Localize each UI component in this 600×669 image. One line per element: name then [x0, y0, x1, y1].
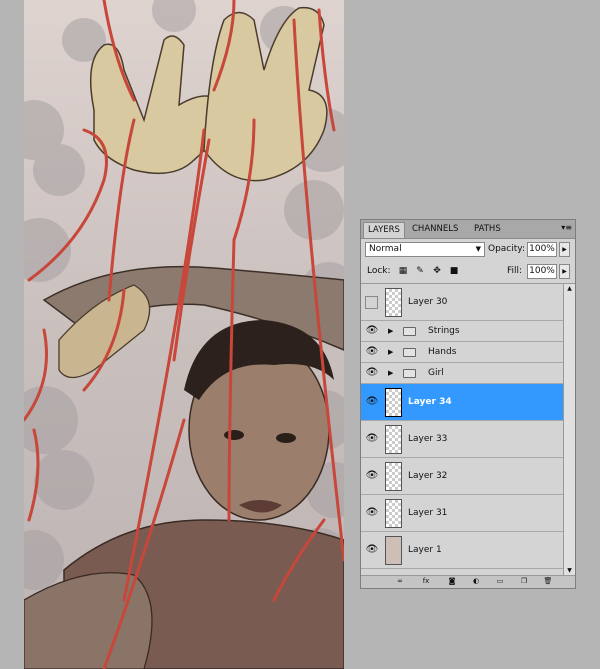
folder-icon [403, 369, 416, 378]
tab-layers[interactable]: LAYERS [363, 222, 405, 238]
layers-scrollbar[interactable]: ▲ ▼ [563, 284, 575, 576]
folder-icon [403, 348, 416, 357]
tab-channels[interactable]: CHANNELS [408, 222, 462, 238]
lock-paint-icon[interactable]: ✎ [414, 265, 426, 277]
layer-thumbnail [385, 499, 402, 528]
layer-row-layer-32[interactable]: 👁 Layer 32 [361, 458, 563, 495]
panel-menu-icon[interactable]: ▾≡ [561, 223, 572, 232]
link-icon[interactable]: ∞ [395, 577, 405, 586]
panel-tabbar: LAYERS CHANNELS PATHS ▾≡ [361, 220, 575, 239]
eye-icon[interactable]: 👁 [365, 395, 379, 409]
blend-opacity-row: Normal ▼ Opacity: 100% ▶ [361, 239, 575, 261]
new-layer-icon[interactable]: ❐ [519, 577, 529, 586]
layer-name: Layer 1 [408, 545, 442, 555]
fill-stepper[interactable]: ▶ [559, 264, 570, 279]
lock-move-icon[interactable]: ✥ [431, 265, 443, 277]
layer-thumbnail [385, 388, 402, 417]
layer-row-layer-1[interactable]: 👁 Layer 1 [361, 532, 563, 569]
expand-triangle-icon[interactable]: ▶ [388, 348, 393, 356]
blend-mode-select[interactable]: Normal ▼ [365, 242, 485, 257]
eye-icon[interactable]: 👁 [365, 432, 379, 446]
layer-thumbnail [385, 425, 402, 454]
group-name: Hands [428, 347, 457, 357]
fx-icon[interactable]: fx [421, 577, 431, 586]
fill-label: Fill: [507, 266, 523, 276]
fill-field[interactable]: 100% [527, 264, 557, 279]
layer-group-hands[interactable]: 👁 ▶ Hands [361, 342, 563, 363]
eye-icon[interactable]: 👁 [365, 469, 379, 483]
layer-name: Layer 31 [408, 508, 448, 518]
lock-all-icon[interactable]: ■ [448, 265, 460, 277]
layer-group-girl[interactable]: 👁 ▶ Girl [361, 363, 563, 384]
tab-paths[interactable]: PATHS [470, 222, 505, 238]
layer-name: Layer 30 [408, 297, 448, 307]
folder-icon [403, 327, 416, 336]
layer-row-layer-30[interactable]: Layer 30 [361, 284, 563, 321]
panel-footer: ∞ fx ◙ ◐ ▭ ❐ 🗑 [361, 575, 575, 588]
expand-triangle-icon[interactable]: ▶ [388, 369, 393, 377]
puppet-artwork-image [24, 0, 344, 669]
lock-label: Lock: [367, 266, 391, 276]
trash-icon[interactable]: 🗑 [543, 577, 553, 586]
opacity-field[interactable]: 100% [527, 242, 557, 257]
lock-transparent-icon[interactable]: ▦ [397, 265, 409, 277]
group-name: Girl [428, 368, 444, 378]
opacity-label: Opacity: [488, 244, 525, 254]
opacity-stepper[interactable]: ▶ [559, 242, 570, 257]
eye-icon[interactable]: 👁 [365, 345, 379, 359]
layer-name: Layer 32 [408, 471, 448, 481]
layer-row-layer-33[interactable]: 👁 Layer 33 [361, 421, 563, 458]
document-canvas[interactable] [24, 0, 344, 669]
group-name: Strings [428, 326, 460, 336]
layers-list: Layer 30 👁 ▶ Strings 👁 ▶ Hands 👁 ▶ Girl … [361, 284, 563, 576]
eye-icon[interactable]: 👁 [365, 506, 379, 520]
eye-icon[interactable]: 👁 [365, 366, 379, 380]
lock-fill-row: Lock: ▦ ✎ ✥ ■ Fill: 100% ▶ [361, 261, 575, 284]
layer-name: Layer 33 [408, 434, 448, 444]
layer-name: Layer 34 [408, 397, 452, 407]
scroll-up-arrow-icon[interactable]: ▲ [564, 284, 575, 294]
eye-icon[interactable]: 👁 [365, 543, 379, 557]
adjustment-icon[interactable]: ◐ [471, 577, 481, 586]
layer-group-strings[interactable]: 👁 ▶ Strings [361, 321, 563, 342]
layers-panel: LAYERS CHANNELS PATHS ▾≡ Normal ▼ Opacit… [360, 219, 576, 589]
mask-icon[interactable]: ◙ [447, 577, 457, 586]
layer-row-layer-34[interactable]: 👁 Layer 34 [361, 384, 563, 421]
expand-triangle-icon[interactable]: ▶ [388, 327, 393, 335]
layer-thumbnail [385, 462, 402, 491]
visibility-toggle-off[interactable] [365, 296, 378, 309]
eye-icon[interactable]: 👁 [365, 324, 379, 338]
layer-thumbnail [385, 288, 402, 317]
new-group-icon[interactable]: ▭ [495, 577, 505, 586]
layer-thumbnail [385, 536, 402, 565]
blend-mode-value: Normal [369, 244, 402, 254]
layer-row-layer-31[interactable]: 👁 Layer 31 [361, 495, 563, 532]
chevron-down-icon: ▼ [475, 245, 481, 253]
